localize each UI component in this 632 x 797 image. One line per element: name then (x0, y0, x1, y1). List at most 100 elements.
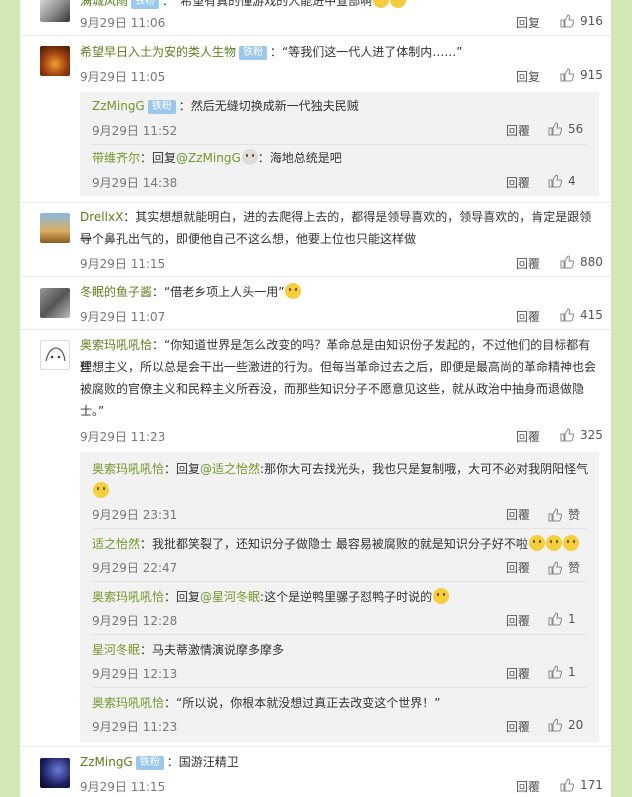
smile-emoji-icon (285, 283, 302, 299)
reply-list: 奥索玛吼吼恰：回复@适之怡然:那你大可去找光头，我也只是复制哦，大可不必对我阴阳… (80, 452, 599, 742)
like-count: 1 (568, 665, 576, 679)
avatar[interactable] (40, 340, 70, 370)
like-button[interactable]: 4 (548, 174, 576, 188)
reply-button[interactable]: 回覆 (516, 778, 540, 795)
reply-button[interactable]: 回覆 (516, 255, 540, 272)
mention-link[interactable]: @星河冬眠 (200, 590, 260, 604)
like-button[interactable]: 916 (560, 14, 603, 28)
reply-button[interactable]: 回复 (516, 14, 540, 31)
like-count: 915 (580, 68, 603, 82)
username[interactable]: ZzMingG (92, 99, 145, 113)
reply-text: 奥索玛吼吼恰：回复@适之怡然:那你大可去找光头，我也只是复制哦，大可不必对我阴阳… (92, 458, 592, 502)
like-count: 56 (568, 122, 584, 136)
reply-button[interactable]: 回覆 (506, 506, 530, 523)
laugh-emoji-icon (545, 535, 562, 551)
like-count: 20 (568, 718, 584, 732)
reply-button[interactable]: 回覆 (506, 665, 530, 682)
smile-emoji-icon (390, 0, 407, 8)
reply-button[interactable]: 回覆 (506, 718, 530, 735)
like-button[interactable]: 880 (560, 255, 603, 269)
like-button[interactable]: 915 (560, 68, 603, 82)
like-button[interactable]: 20 (548, 718, 583, 732)
username[interactable]: 奥索玛吼吼恰 (92, 462, 164, 476)
reply-time: 9月29日 12:28 (92, 614, 178, 628)
comment-item: ZzMingG 铁粉 ：国游汪精卫 9月29日 11:15 回覆 171 (20, 747, 611, 797)
reply-text: 奥索玛吼吼恰：回复@星河冬眠:这个是逆鸭里骡子怼鸭子时说的 (92, 586, 592, 608)
grin-emoji-icon (93, 482, 109, 498)
username[interactable]: 希望早日入土为安的类人生物 (80, 45, 236, 59)
mention-link[interactable]: @适之怡然 (200, 462, 260, 476)
avatar[interactable] (40, 288, 70, 318)
reply-button[interactable]: 回覆 (516, 308, 540, 325)
thumbs-up-icon (548, 612, 563, 626)
like-count: 赞 (568, 508, 581, 522)
reply-button[interactable]: 回覆 (506, 174, 530, 191)
reply-item: 奥索玛吼吼恰：回复@适之怡然:那你大可去找光头，我也只是复制哦，大可不必对我阴阳… (92, 452, 588, 529)
username[interactable]: 星河冬眠 (92, 643, 140, 657)
like-button[interactable]: 1 (548, 665, 576, 679)
like-count: 1 (568, 612, 576, 626)
reply-text: 奥索玛吼吼恰：“所以说，你根本就没想过真正去改变这个世界！” (92, 696, 441, 710)
reply-button[interactable]: 回覆 (516, 428, 540, 445)
like-button[interactable]: 赞 (548, 506, 580, 523)
reply-button[interactable]: 回覆 (506, 612, 530, 629)
like-count: 880 (580, 255, 603, 269)
reply-time: 9月29日 11:23 (92, 720, 178, 734)
mention-link[interactable]: @ZzMingG (176, 151, 241, 165)
thumbs-up-icon (560, 255, 575, 269)
smile-emoji-icon (373, 0, 390, 8)
comment-text: 满城风雨 铁粉 ：“希望有真的懂游戏的人能进中宣部啊 (80, 0, 600, 12)
username[interactable]: 适之怡然 (92, 537, 140, 551)
reply-list: ZzMingG 铁粉 ：然后无缝切换成新一代独夫民贼 9月29日 11:52 回覆 … (80, 92, 599, 196)
reply-button[interactable]: 回覆 (506, 122, 530, 139)
thumbs-up-icon (548, 508, 563, 522)
like-count: 赞 (568, 561, 581, 575)
comment-time: 9月29日 11:15 (80, 780, 166, 794)
reply-button[interactable]: 回复 (516, 68, 540, 85)
thumbs-up-icon (548, 718, 563, 732)
reply-text: 星河冬眠：马夫蒂激情演说摩多摩多 (92, 643, 285, 657)
like-count: 4 (568, 174, 576, 188)
avatar[interactable] (40, 46, 70, 76)
comment-text: 士。” (80, 404, 105, 418)
thumbs-up-icon (560, 14, 575, 28)
avatar[interactable] (40, 758, 70, 788)
laugh-emoji-icon (528, 535, 545, 551)
thumbs-up-icon (548, 122, 563, 136)
like-button[interactable]: 赞 (548, 559, 580, 576)
like-button[interactable]: 171 (560, 778, 603, 792)
reply-time: 9月29日 12:13 (92, 667, 178, 681)
fan-badge: 铁粉 (135, 756, 164, 770)
like-button[interactable]: 415 (560, 308, 603, 322)
username[interactable]: 冬眠的鱼子酱 (80, 285, 152, 299)
username[interactable]: 满城风雨 (80, 0, 128, 8)
comment-text: 一个鼻孔出气的，即便他自己不这么想，他要上位也只能这样做 (80, 232, 417, 246)
comment-time: 9月29日 11:23 (80, 430, 166, 444)
reply-time: 9月29日 23:31 (92, 508, 178, 522)
like-button[interactable]: 56 (548, 122, 583, 136)
reply-time: 9月29日 22:47 (92, 561, 178, 575)
username[interactable]: 奥索玛吼吼恰 (92, 696, 164, 710)
comment-text: 冬眠的鱼子酱：“借老乡项上人头一用” (80, 281, 600, 303)
like-button[interactable]: 1 (548, 612, 576, 626)
reply-time: 9月29日 11:52 (92, 124, 178, 138)
username[interactable]: 奥索玛吼吼恰 (92, 590, 164, 604)
reply-button[interactable]: 回覆 (506, 559, 530, 576)
avatar[interactable] (40, 0, 70, 22)
comment-item: DrellxX：其实想想就能明白，进的去爬得上去的，都得是领导喜欢的，领导喜欢的… (20, 203, 611, 277)
reply-time: 9月29日 14:38 (92, 176, 178, 190)
comment-time: 9月29日 11:06 (80, 16, 166, 30)
like-button[interactable]: 325 (560, 428, 603, 442)
username[interactable]: 带维齐尔 (92, 151, 140, 165)
username[interactable]: ZzMingG (80, 755, 133, 769)
laugh-emoji-icon (562, 535, 579, 551)
thumbs-up-icon (560, 308, 575, 322)
fan-badge: 铁粉 (239, 46, 268, 60)
comment-panel: 满城风雨 铁粉 ：“希望有真的懂游戏的人能进中宣部啊 9月29日 11:06 回复 … (20, 0, 611, 797)
thumbs-up-icon (560, 68, 575, 82)
panda-emoji-icon (241, 149, 258, 165)
username[interactable]: DrellxX (80, 210, 123, 224)
avatar[interactable] (40, 213, 70, 243)
username[interactable]: 奥索玛吼吼恰 (80, 338, 152, 352)
comment-text: 希望早日入土为安的类人生物 铁粉 ：“等我们这一代人进了体制内……” (80, 45, 463, 60)
